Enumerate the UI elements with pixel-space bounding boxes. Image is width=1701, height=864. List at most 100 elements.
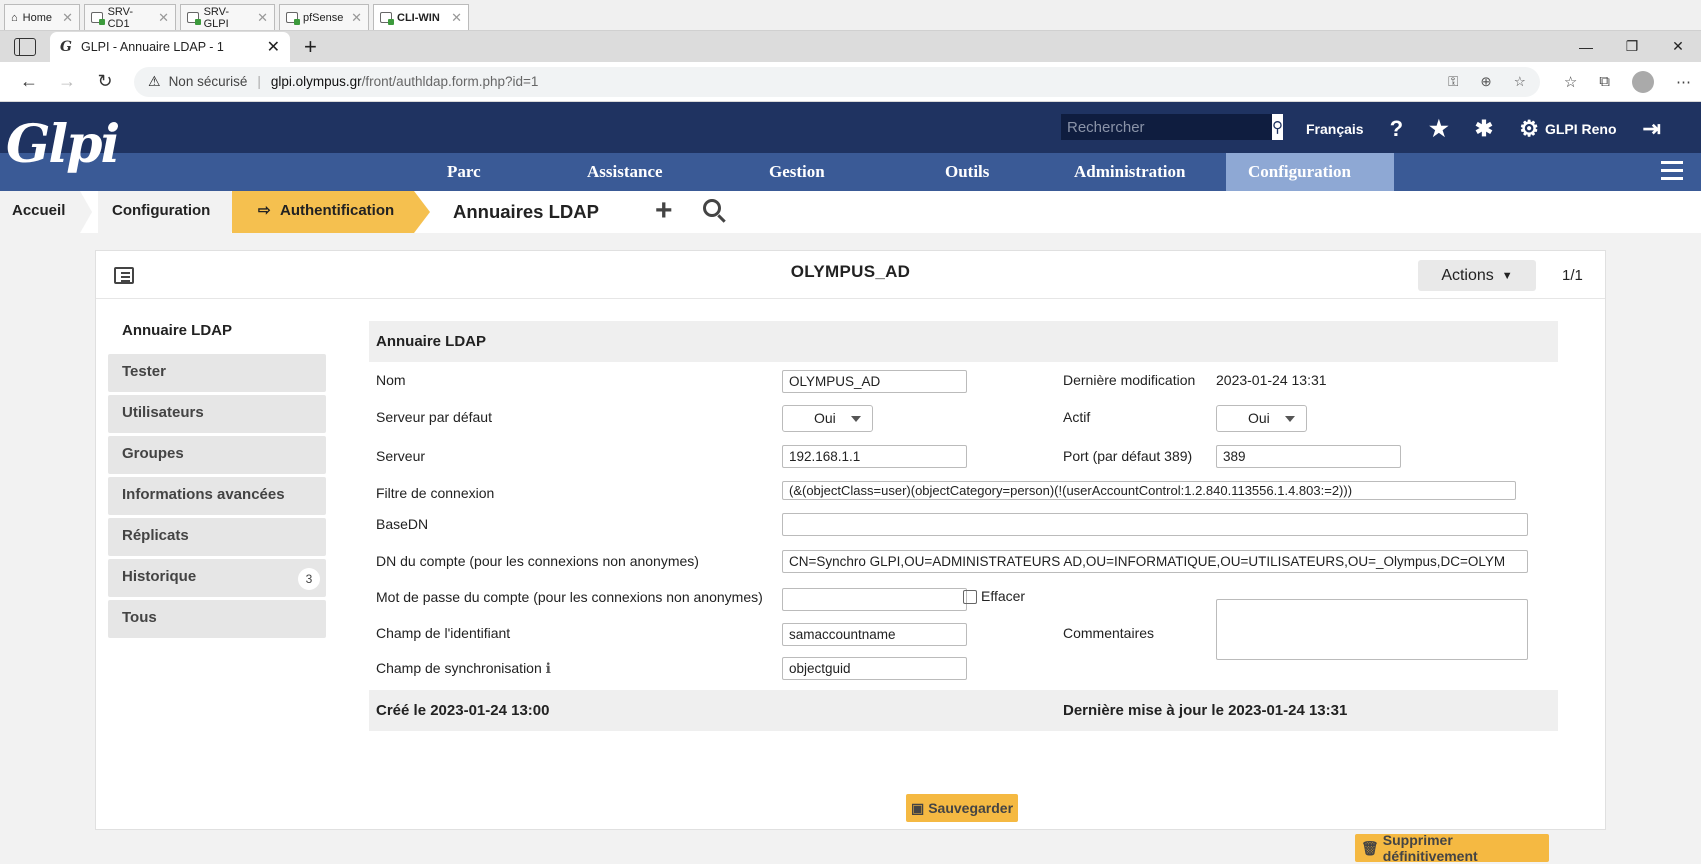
reload-icon[interactable]: ↻ <box>86 71 124 92</box>
close-icon[interactable]: ✕ <box>257 10 268 26</box>
tab-historique[interactable]: Historique 3 <box>108 559 326 597</box>
filtre-textarea[interactable]: (&(objectClass=user)(objectCategory=pers… <box>782 481 1516 500</box>
tab-tous[interactable]: Tous <box>108 600 326 638</box>
nom-input[interactable]: OLYMPUS_AD <box>782 370 967 393</box>
vm-tab-srv-glpi[interactable]: SRV-GLPI ✕ <box>180 4 275 30</box>
commentaires-textarea[interactable] <box>1216 599 1528 660</box>
dn-input[interactable]: CN=Synchro GLPI,OU=ADMINISTRATEURS AD,OU… <box>782 550 1528 573</box>
tab-annuaire-ldap[interactable]: Annuaire LDAP <box>108 313 326 351</box>
search-icon[interactable]: ⚲ <box>1272 114 1283 140</box>
port-input[interactable]: 389 <box>1216 445 1401 468</box>
derniere-modification-value: 2023-01-24 13:31 <box>1216 372 1327 388</box>
star-icon[interactable]: ★ <box>1429 116 1449 142</box>
form-footer: Créé le 2023-01-24 13:00 Dernière mise à… <box>369 690 1558 731</box>
actif-label: Actif <box>1063 409 1091 425</box>
minimize-icon[interactable]: — <box>1563 39 1609 55</box>
tab-utilisateurs[interactable]: Utilisateurs <box>108 395 326 433</box>
basedn-label: BaseDN <box>376 516 429 532</box>
menu-configuration[interactable]: Configuration <box>1226 153 1394 191</box>
menu-parc[interactable]: Parc <box>425 153 503 191</box>
zoom-icon[interactable]: ⊕ <box>1480 74 1491 90</box>
breadcrumb-arrow <box>414 191 430 233</box>
url-tools: ⚿ ⊕ ☆ <box>1448 74 1526 90</box>
serveur-defaut-select[interactable]: Oui <box>782 405 873 432</box>
search-input[interactable] <box>1061 114 1272 140</box>
forward-icon[interactable]: → <box>48 71 86 92</box>
window-controls: — ❐ ✕ <box>1563 31 1701 62</box>
browser-tab-glpi[interactable]: G GLPI - Annuaire LDAP - 1 ✕ <box>50 32 290 62</box>
menu-administration[interactable]: Administration <box>1052 153 1207 191</box>
favorites-icon[interactable]: ☆ <box>1564 73 1577 91</box>
glpi-logo[interactable]: Glpi <box>6 114 120 175</box>
row-filtre: Filtre de connexion (&(objectClass=user)… <box>369 473 1558 506</box>
hamburger-icon[interactable] <box>1661 161 1683 185</box>
vm-tab-home[interactable]: ⌂ Home ✕ <box>4 4 80 30</box>
menu-assistance[interactable]: Assistance <box>565 153 685 191</box>
delete-button[interactable]: 🗑 Supprimer définitivement <box>1355 832 1549 864</box>
row-nom: Nom OLYMPUS_AD Dernière modification 202… <box>369 362 1558 399</box>
row-identifiant: Champ de l'identifiant samaccountname Co… <box>369 599 1558 660</box>
restore-icon[interactable]: ❐ <box>1609 38 1655 55</box>
vm-tab-pfsense[interactable]: pfSense ✕ <box>279 4 369 30</box>
created-date: Créé le 2023-01-24 13:00 <box>376 702 550 719</box>
favorite-add-icon[interactable]: ☆ <box>1514 74 1526 90</box>
actif-select[interactable]: Oui <box>1216 405 1307 432</box>
commentaires-label: Commentaires <box>1063 625 1155 641</box>
basedn-input[interactable] <box>782 513 1528 536</box>
card-title: OLYMPUS_AD <box>790 262 911 281</box>
close-icon[interactable]: ✕ <box>62 10 73 26</box>
breadcrumb-accueil[interactable]: Accueil <box>0 191 80 233</box>
back-icon[interactable]: ← <box>10 71 48 92</box>
serveur-input[interactable]: 192.168.1.1 <box>782 445 967 468</box>
tab-groupes[interactable]: Groupes <box>108 436 326 474</box>
breadcrumb-authentification[interactable]: ⇨ Authentification <box>232 191 414 233</box>
save-button[interactable]: ▣ Sauvegarder <box>906 794 1018 822</box>
tab-tester[interactable]: Tester <box>108 354 326 392</box>
page-title: Annuaires LDAP <box>453 201 599 222</box>
search-list-icon[interactable] <box>703 199 721 217</box>
vm-tab-cli-win[interactable]: CLI-WIN ✕ <box>373 4 469 30</box>
identifiant-label: Champ de l'identifiant <box>376 625 511 641</box>
breadcrumb-configuration[interactable]: Configuration <box>98 191 231 233</box>
logout-icon[interactable]: ⇥ <box>1643 116 1661 142</box>
pager: 1/1 <box>1562 267 1583 284</box>
updated-date: Dernière mise à jour le 2023-01-24 13:31 <box>1063 702 1348 719</box>
identifiant-input[interactable]: samaccountname <box>782 623 967 646</box>
serveur-label: Serveur <box>376 448 426 464</box>
tab-informations-avancees[interactable]: Informations avancées <box>108 477 326 515</box>
close-icon[interactable]: ✕ <box>158 10 169 26</box>
menu-outils[interactable]: Outils <box>923 153 1011 191</box>
profile-avatar[interactable] <box>1632 70 1654 93</box>
tab-replicats[interactable]: Réplicats <box>108 518 326 556</box>
close-tab-icon[interactable]: ✕ <box>267 37 280 57</box>
effacer-checkbox[interactable] <box>963 590 977 604</box>
more-icon[interactable]: ⋯ <box>1676 73 1691 91</box>
actions-dropdown[interactable]: Actions ▼ <box>1418 260 1536 291</box>
key-icon[interactable]: ⚿ <box>1448 74 1458 90</box>
vm-icon <box>286 12 300 25</box>
menu-gestion[interactable]: Gestion <box>747 153 847 191</box>
close-window-icon[interactable]: ✕ <box>1655 38 1701 55</box>
main-menu: Parc Assistance Gestion Outils Administr… <box>0 153 1701 191</box>
save-icon: ▣ <box>910 799 925 816</box>
add-icon[interactable]: + <box>655 193 673 229</box>
address-bar-row: ← → ↻ ⚠ Non sécurisé | glpi.olympus.gr/f… <box>0 62 1701 102</box>
sync-input[interactable]: objectguid <box>782 657 967 680</box>
collections-icon[interactable]: ⧉ <box>1599 73 1610 90</box>
vm-tab-srv-cd1[interactable]: SRV-CD1 ✕ <box>84 4 176 30</box>
user-menu[interactable]: ⚙ GLPI Reno <box>1519 116 1616 142</box>
bug-icon[interactable]: ✱ <box>1475 116 1493 142</box>
url-field[interactable]: ⚠ Non sécurisé | glpi.olympus.gr/front/a… <box>134 66 1540 97</box>
help-icon[interactable]: ? <box>1390 116 1403 142</box>
breadcrumb: Accueil Configuration ⇨ Authentification … <box>0 191 1701 233</box>
tab-actions-icon[interactable] <box>14 38 36 56</box>
close-icon[interactable]: ✕ <box>451 10 462 26</box>
header-tools: Français ? ★ ✱ ⚙ GLPI Reno ⇥ <box>1306 116 1661 142</box>
password-input[interactable] <box>782 588 967 611</box>
info-icon[interactable]: ℹ <box>546 660 551 676</box>
row-sync: Champ de synchronisation ℹ objectguid <box>369 652 1558 690</box>
serveur-defaut-label: Serveur par défaut <box>376 409 492 425</box>
close-icon[interactable]: ✕ <box>351 10 362 26</box>
language-link[interactable]: Français <box>1306 121 1364 137</box>
new-tab-icon[interactable]: + <box>304 36 317 58</box>
